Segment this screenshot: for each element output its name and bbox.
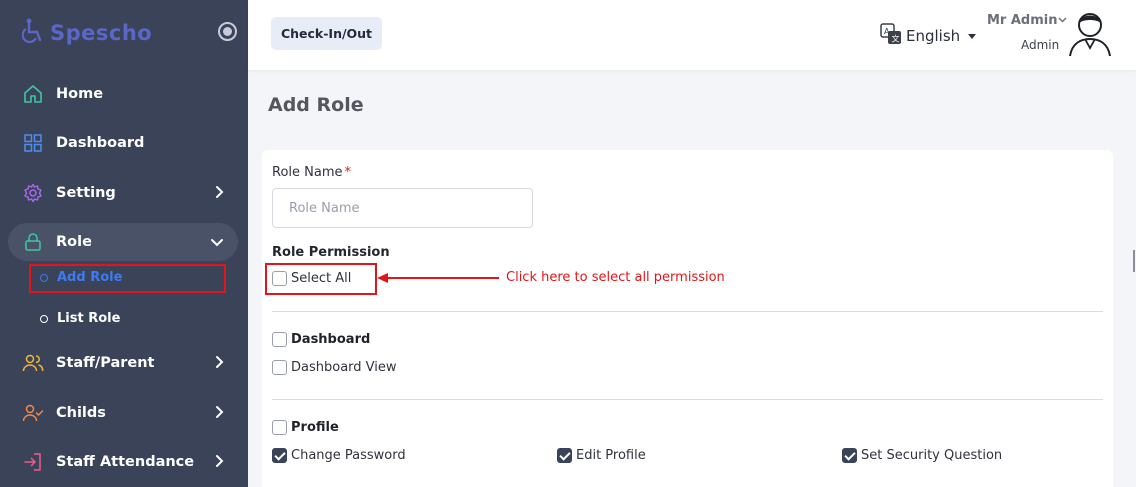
radio-toggle-icon (223, 27, 232, 36)
sidebar: Spescho Home Dashboard Setting Role Add … (0, 0, 248, 487)
sidebar-subitem-list-role[interactable]: List Role (40, 311, 120, 326)
sidebar-subitem-label: List Role (57, 311, 121, 326)
set-security-question-checkbox[interactable] (842, 448, 857, 463)
sidebar-item-label: Home (56, 86, 104, 102)
sidebar-subitem-add-role[interactable]: Add Role (40, 270, 122, 285)
role-name-label-text: Role Name (272, 165, 343, 180)
profile-group-row[interactable]: Profile (272, 420, 339, 435)
wheelchair-icon (21, 18, 46, 48)
change-password-label: Change Password (291, 448, 406, 463)
svg-text:A: A (884, 27, 890, 36)
dashboard-view-row[interactable]: Dashboard View (272, 360, 397, 375)
sidebar-item-setting[interactable]: Setting (8, 174, 238, 212)
change-password-row[interactable]: Change Password (272, 448, 406, 463)
dashboard-group-checkbox[interactable] (272, 332, 287, 347)
required-mark: * (344, 165, 352, 180)
top-header: Check-In/Out A文 English Mr Admin Admin (248, 0, 1136, 70)
profile-group-checkbox[interactable] (272, 420, 287, 435)
set-security-question-label: Set Security Question (861, 448, 1003, 463)
chevron-right-icon (214, 454, 224, 472)
sidebar-item-label: Role (56, 234, 92, 250)
sidebar-item-childs[interactable]: Childs (8, 394, 238, 432)
sidebar-item-label: Dashboard (56, 135, 145, 151)
dashboard-group-row[interactable]: Dashboard (272, 332, 370, 347)
annotation-text: Click here to select all permission (506, 270, 725, 285)
svg-text:文: 文 (892, 34, 900, 44)
check-in-out-button[interactable]: Check-In/Out (271, 17, 382, 50)
edit-profile-row[interactable]: Edit Profile (557, 448, 646, 463)
chevron-right-icon (214, 355, 224, 373)
chevron-down-icon (210, 236, 224, 252)
sidebar-toggle[interactable] (218, 22, 237, 41)
edit-profile-checkbox[interactable] (557, 448, 572, 463)
sidebar-subitem-label: Add Role (57, 270, 123, 285)
divider (272, 311, 1103, 312)
divider (272, 399, 1103, 400)
user-role: Admin (1021, 38, 1060, 52)
grid-icon (22, 132, 44, 154)
page-title: Add Role (268, 94, 364, 116)
users-icon (22, 352, 44, 374)
user-check-icon (22, 402, 44, 424)
dashboard-view-checkbox[interactable] (272, 360, 287, 375)
user-name-text: Mr Admin (987, 13, 1058, 28)
brand-name: Spescho (50, 21, 153, 45)
login-icon (22, 451, 44, 473)
sidebar-item-home[interactable]: Home (8, 75, 238, 113)
sidebar-item-label: Childs (56, 405, 106, 421)
chevron-right-icon (214, 185, 224, 203)
bullet-icon (40, 314, 48, 323)
arrow-left-icon (377, 273, 499, 283)
set-security-question-row[interactable]: Set Security Question (842, 448, 1002, 463)
role-name-input[interactable] (272, 188, 533, 228)
user-name[interactable]: Mr Admin (987, 13, 1067, 28)
select-all-checkbox-row[interactable]: Select All (272, 271, 351, 286)
language-selector[interactable]: A文 English (880, 23, 977, 49)
dashboard-group-label: Dashboard (291, 332, 371, 347)
profile-group-label: Profile (291, 420, 339, 435)
lock-icon (22, 231, 44, 253)
bullet-icon (40, 273, 48, 282)
sidebar-item-label: Staff/Parent (56, 355, 155, 371)
brand-logo[interactable]: Spescho (21, 18, 153, 48)
language-label: English (906, 27, 961, 45)
gear-icon (22, 182, 44, 204)
select-all-checkbox[interactable] (272, 271, 287, 286)
sidebar-item-dashboard[interactable]: Dashboard (8, 124, 238, 162)
chevron-right-icon (214, 405, 224, 423)
sidebar-item-label: Staff Attendance (56, 454, 195, 470)
edit-profile-label: Edit Profile (576, 448, 646, 463)
role-name-label: Role Name * (272, 165, 351, 180)
caret-down-icon (968, 33, 977, 39)
translate-icon: A文 (880, 23, 902, 49)
avatar-icon[interactable] (1066, 8, 1114, 58)
sidebar-item-staff-parent[interactable]: Staff/Parent (8, 344, 238, 382)
sidebar-item-role[interactable]: Role (8, 223, 238, 261)
scrollbar-marker (1133, 250, 1135, 272)
sidebar-item-label: Setting (56, 185, 116, 201)
dashboard-view-label: Dashboard View (291, 360, 397, 375)
change-password-checkbox[interactable] (272, 448, 287, 463)
logo-row: Spescho (0, 0, 248, 64)
home-icon (22, 83, 44, 105)
sidebar-item-staff-attendance[interactable]: Staff Attendance (8, 443, 238, 481)
role-permission-title: Role Permission (272, 245, 390, 260)
select-all-label: Select All (291, 271, 352, 286)
